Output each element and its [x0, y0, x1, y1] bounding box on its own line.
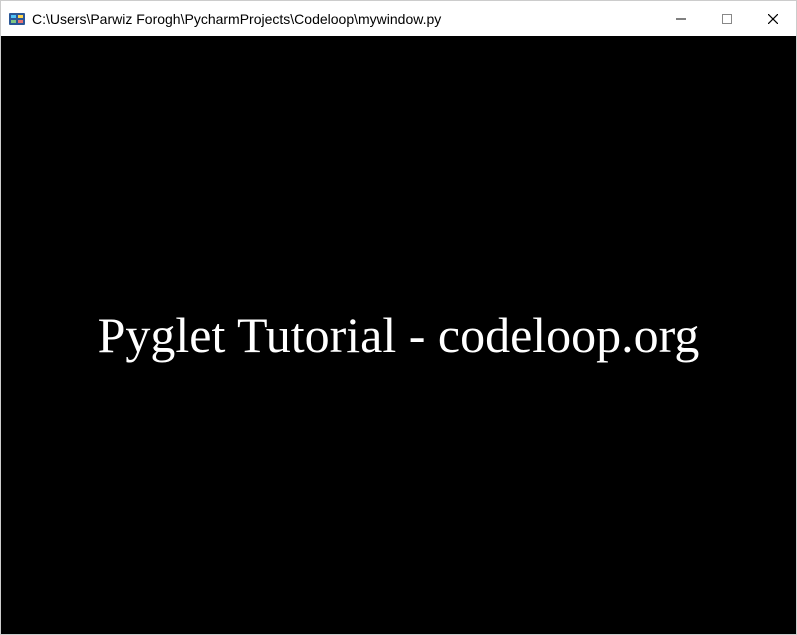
client-area: Pyglet Tutorial - codeloop.org	[1, 36, 796, 634]
close-button[interactable]	[750, 1, 796, 36]
window-controls	[658, 1, 796, 36]
maximize-button[interactable]	[704, 1, 750, 36]
tutorial-label: Pyglet Tutorial - codeloop.org	[98, 306, 700, 364]
minimize-button[interactable]	[658, 1, 704, 36]
application-window: C:\Users\Parwiz Forogh\PycharmProjects\C…	[0, 0, 797, 635]
titlebar[interactable]: C:\Users\Parwiz Forogh\PycharmProjects\C…	[1, 1, 796, 36]
app-icon	[9, 11, 25, 27]
window-title: C:\Users\Parwiz Forogh\PycharmProjects\C…	[32, 11, 658, 27]
